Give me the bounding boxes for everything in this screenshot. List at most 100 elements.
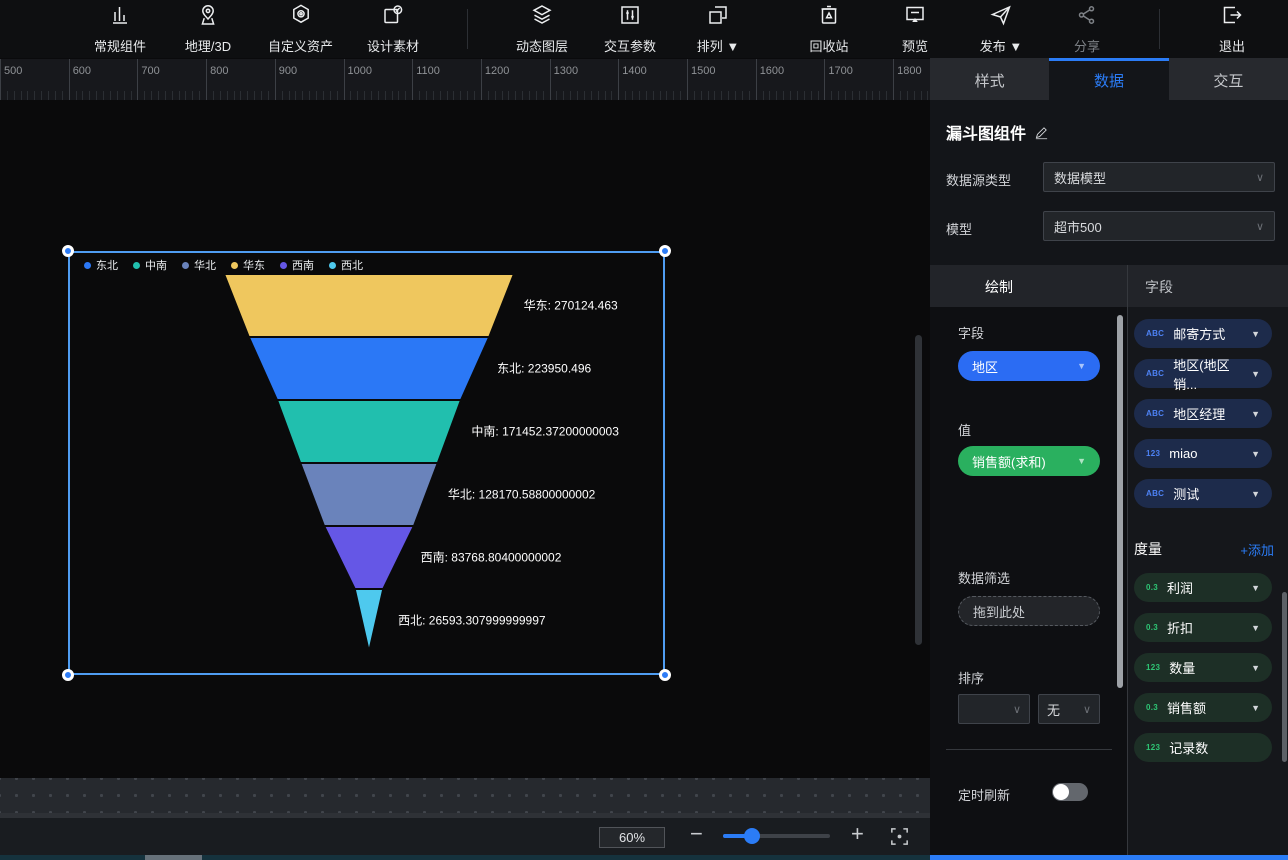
legend-item-华东[interactable]: 华东 — [231, 257, 265, 273]
ruler-major-tick — [756, 59, 757, 100]
ruler-minor-tick — [838, 91, 839, 100]
toolbar-dynamic-layers-label: 动态图层 — [516, 36, 568, 55]
toolbar-geo-3d-button[interactable]: 地理/3D — [180, 3, 236, 55]
resize-handle-top-right[interactable] — [659, 245, 671, 257]
funnel-segment-华北[interactable] — [300, 463, 438, 526]
ruler-minor-tick — [254, 91, 255, 100]
measure-pill-记录数[interactable]: 123记录数 — [1134, 733, 1272, 762]
funnel-segment-西北[interactable] — [355, 589, 384, 652]
measure-pill-利润[interactable]: 0.3利润▼ — [1134, 573, 1272, 602]
legend-label: 东北 — [96, 257, 118, 273]
chevron-down-icon: ▼ — [1251, 329, 1260, 339]
draw-pane-scrollbar[interactable] — [1117, 315, 1123, 688]
fields-pane-scrollbar[interactable] — [1282, 592, 1287, 762]
measure-pill-销售额[interactable]: 0.3销售额▼ — [1134, 693, 1272, 722]
ruler-minor-tick — [289, 91, 290, 100]
auto-refresh-toggle[interactable] — [1052, 783, 1088, 801]
ruler-minor-tick — [797, 91, 798, 100]
ruler-minor-tick — [62, 91, 63, 100]
horizontal-scrollbar-thumb[interactable] — [145, 855, 202, 860]
funnel-chart-component[interactable]: 华东: 270124.463东北: 223950.496中南: 171452.3… — [68, 251, 665, 675]
ruler-minor-tick — [433, 91, 434, 100]
canvas-vertical-scrollbar[interactable] — [915, 335, 922, 645]
toolbar-regular-components-button[interactable]: 常规组件 — [92, 3, 148, 55]
type-badge: 0.3 — [1146, 583, 1158, 592]
legend-label: 中南 — [145, 257, 167, 273]
funnel-segment-东北[interactable] — [249, 337, 489, 400]
toolbar-preview-button[interactable]: 预览 — [887, 3, 943, 55]
map-pin-icon — [196, 3, 220, 32]
field-pill-region[interactable]: 地区 ▼ — [958, 351, 1100, 381]
toolbar-arrange-button[interactable]: 排列 ▼ — [690, 3, 746, 55]
zoom-in-button[interactable]: + — [851, 821, 864, 847]
subtab-fields[interactable]: 字段 — [1145, 277, 1173, 297]
legend-item-西北[interactable]: 西北 — [329, 257, 363, 273]
funnel-segment-华东[interactable] — [224, 274, 514, 337]
resize-handle-bottom-right[interactable] — [659, 669, 671, 681]
ruler-minor-tick — [742, 91, 743, 100]
resize-handle-top-left[interactable] — [62, 245, 74, 257]
right-settings-panel: 样式 数据 交互 漏斗图组件 数据源类型 数据模型 ∨ 模型 超市500 ∨ 绘… — [930, 58, 1288, 855]
measure-pill-折扣[interactable]: 0.3折扣▼ — [1134, 613, 1272, 642]
legend-item-中南[interactable]: 中南 — [133, 257, 167, 273]
zoom-out-button[interactable]: − — [690, 821, 703, 847]
legend-label: 华北 — [194, 257, 216, 273]
dimension-pill-地区(地区销...[interactable]: ABC地区(地区销...▼ — [1134, 359, 1272, 388]
toolbar-custom-assets-button[interactable]: 自定义资产 — [268, 3, 333, 55]
ruler-minor-tick — [419, 91, 420, 100]
add-measure-link[interactable]: +添加 — [1240, 540, 1274, 559]
funnel-segment-西南[interactable] — [324, 526, 414, 589]
sort-field-select[interactable]: ∨ — [958, 694, 1030, 724]
app-root: 常规组件地理/3D 自定义资产设计素材动态图层 交互参数排列 ▼ 回收站预览发布 ▼… — [0, 0, 1288, 860]
zoom-slider-knob[interactable] — [744, 828, 760, 844]
funnel-segment-中南[interactable] — [277, 400, 461, 463]
toolbar-arrange-label: 排列 ▼ — [697, 36, 739, 55]
sort-order-select[interactable]: 无 ∨ — [1038, 694, 1100, 724]
measure-pill-数量[interactable]: 123数量▼ — [1134, 653, 1272, 682]
zoom-value-box[interactable]: 60% — [599, 827, 665, 848]
dimension-pill-地区经理[interactable]: ABC地区经理▼ — [1134, 399, 1272, 428]
ruler-minor-tick — [124, 91, 125, 100]
subtab-draw[interactable]: 绘制 — [985, 277, 1013, 297]
edit-title-icon[interactable] — [1034, 125, 1049, 140]
zoom-slider[interactable] — [723, 834, 830, 838]
fields-pane: ABC邮寄方式▼ ABC地区(地区销...▼ ABC地区经理▼ 123miao▼ ABC… — [1128, 307, 1288, 855]
panel-subtabs: 绘制 字段 — [930, 265, 1288, 307]
toolbar-dynamic-layers-button[interactable]: 动态图层 — [514, 3, 570, 55]
model-select[interactable]: 超市500 ∨ — [1043, 211, 1275, 241]
toolbar-left-group: 常规组件地理/3D 自定义资产设计素材动态图层 交互参数排列 ▼ — [92, 0, 746, 58]
chevron-down-icon: ∨ — [1013, 703, 1021, 716]
fit-screen-icon — [888, 825, 911, 848]
tab-data[interactable]: 数据 — [1049, 58, 1168, 100]
value-pill-sales-sum[interactable]: 销售额(求和) ▼ — [958, 446, 1100, 476]
dimension-pill-测试[interactable]: ABC测试▼ — [1134, 479, 1272, 508]
toolbar-design-materials-button[interactable]: 设计素材 — [365, 3, 421, 55]
canvas-horizontal-scrollbar[interactable] — [0, 855, 930, 860]
toolbar-interaction-params-button[interactable]: 交互参数 — [602, 3, 658, 55]
type-badge: 123 — [1146, 663, 1160, 672]
tab-style[interactable]: 样式 — [930, 58, 1049, 100]
ruler-minor-tick — [447, 91, 448, 100]
ruler-minor-tick — [639, 91, 640, 100]
legend-item-西南[interactable]: 西南 — [280, 257, 314, 273]
ruler-major-tick — [550, 59, 551, 100]
toolbar-exit-button[interactable]: 退出 — [1204, 3, 1260, 55]
ruler-minor-tick — [708, 91, 709, 100]
toggle-knob — [1053, 784, 1069, 800]
design-canvas[interactable]: 华东: 270124.463东北: 223950.496中南: 171452.3… — [0, 100, 930, 778]
legend-item-东北[interactable]: 东北 — [84, 257, 118, 273]
ruler-tick-label: 1600 — [760, 65, 784, 77]
toolbar-publish-button[interactable]: 发布 ▼ — [973, 3, 1029, 55]
filter-dropzone[interactable]: 拖到此处 — [958, 596, 1100, 626]
toolbar-recycle-bin-button[interactable]: 回收站 — [801, 3, 857, 55]
datasource-type-select[interactable]: 数据模型 ∨ — [1043, 162, 1275, 192]
ruler-minor-tick — [309, 91, 310, 100]
dimension-pill-miao[interactable]: 123miao▼ — [1134, 439, 1272, 468]
toolbar-right-group: 回收站预览发布 ▼分享退出 — [801, 0, 1260, 58]
resize-handle-bottom-left[interactable] — [62, 669, 74, 681]
dimension-pill-邮寄方式[interactable]: ABC邮寄方式▼ — [1134, 319, 1272, 348]
fit-screen-button[interactable] — [888, 825, 911, 848]
tab-interaction[interactable]: 交互 — [1169, 58, 1288, 100]
pill-label: 折扣 — [1167, 618, 1193, 637]
legend-item-华北[interactable]: 华北 — [182, 257, 216, 273]
